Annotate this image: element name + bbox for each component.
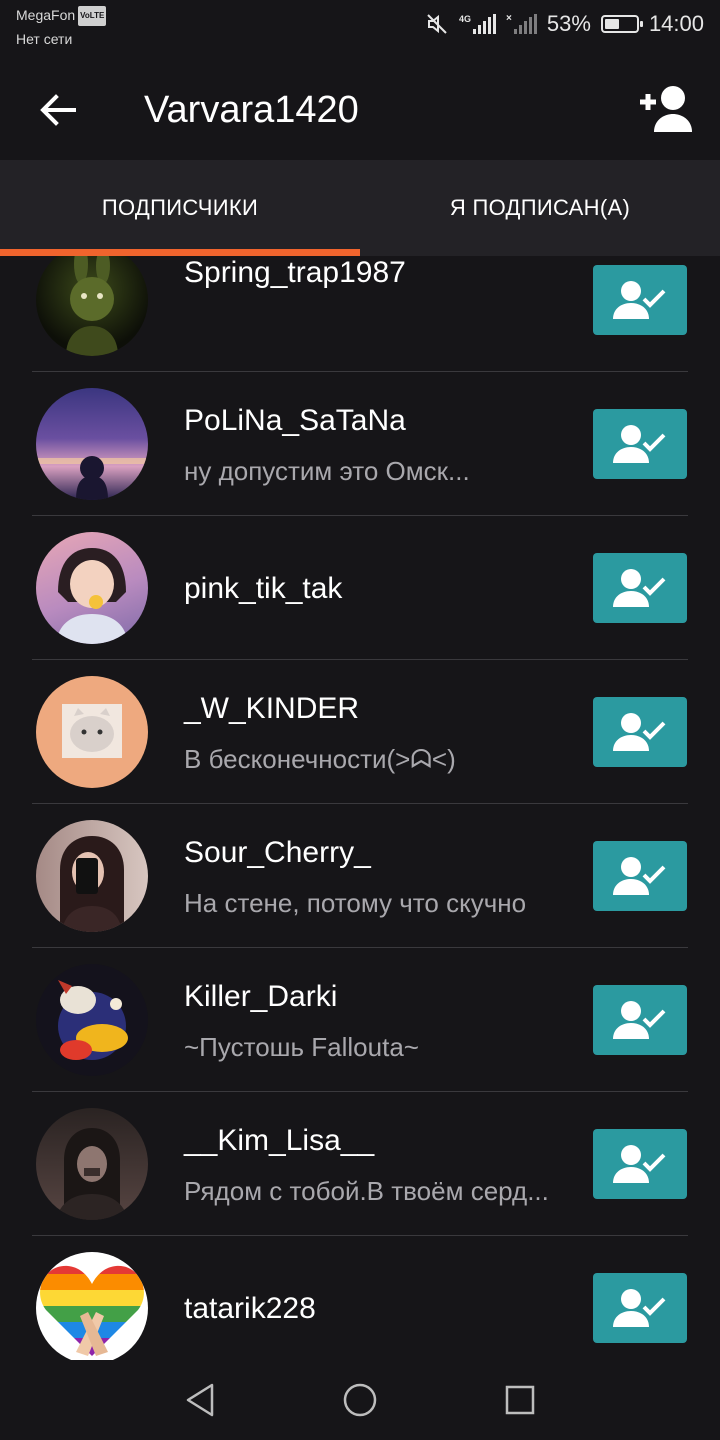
follow-toggle-button[interactable]: [593, 697, 687, 767]
follow-toggle-button[interactable]: [593, 985, 687, 1055]
user-status: На стене, потому что скучно: [184, 888, 527, 918]
avatar-image: [36, 456, 148, 500]
nav-back-button[interactable]: [180, 1380, 220, 1420]
back-button[interactable]: [30, 82, 86, 138]
list-item[interactable]: Sour_Cherry_ На стене, потому что скучно: [0, 804, 720, 948]
avatar-image: [56, 548, 128, 644]
nav-home-button[interactable]: [340, 1380, 380, 1420]
user-check-icon: [613, 857, 666, 895]
follow-toggle-button[interactable]: [593, 1273, 687, 1343]
user-status: В бесконечности(>ᗣ<): [184, 744, 456, 774]
tab-following[interactable]: Я ПОДПИСАН(А): [360, 160, 720, 256]
app-bar: Varvara1420: [0, 60, 720, 160]
active-tab-indicator: [0, 249, 360, 256]
follow-toggle-button[interactable]: [593, 265, 687, 335]
user-check-icon: [613, 281, 666, 319]
list-item[interactable]: pink_tik_tak: [0, 516, 720, 660]
avatar: [36, 532, 148, 644]
list-item[interactable]: Killer_Darki ~Пустошь Fallouta~: [0, 948, 720, 1092]
network-status: Нет сети: [16, 31, 73, 47]
username: __Kim_Lisa__: [184, 1124, 375, 1157]
signal-x-icon: ×: [506, 14, 537, 34]
username: pink_tik_tak: [184, 572, 343, 605]
system-nav-bar: [0, 1360, 720, 1440]
tab-following-label: Я ПОДПИСАН(А): [449, 195, 631, 220]
followers-list[interactable]: Spring_trap1987 PoLiNa_SaTaNa ну допусти…: [0, 256, 720, 1360]
carrier-name: MegaFon: [16, 7, 76, 23]
clock: 14:00: [648, 11, 704, 36]
list-item[interactable]: __Kim_Lisa__ Рядом с тобой.В твоём серд.…: [0, 1092, 720, 1236]
avatar: [36, 1108, 148, 1220]
username: tatarik228: [184, 1292, 316, 1325]
avatar-image: [58, 980, 128, 1060]
status-bar: MegaFon VoLTE Нет сети 4G × 53% 14:00: [0, 0, 720, 60]
avatar: [36, 1252, 148, 1360]
nav-recents-button[interactable]: [500, 1380, 540, 1420]
carrier-info: MegaFon VoLTE Нет сети: [16, 6, 107, 48]
avatar: [36, 964, 148, 1076]
follow-toggle-button[interactable]: [593, 553, 687, 623]
list-item[interactable]: _W_KINDER В бесконечности(>ᗣ<): [0, 660, 720, 804]
mute-icon: [427, 14, 447, 34]
user-check-icon: [613, 425, 666, 463]
battery-icon: [600, 15, 643, 33]
username: _W_KINDER: [184, 692, 360, 725]
home-circle-icon: [343, 1383, 377, 1417]
username: Killer_Darki: [184, 980, 338, 1013]
avatar-image: [66, 256, 118, 356]
back-triangle-icon: [186, 1383, 214, 1417]
user-check-icon: [613, 1001, 666, 1039]
list-item[interactable]: PoLiNa_SaTaNa ну допустим это Омск...: [0, 372, 720, 516]
add-user-button[interactable]: [638, 80, 698, 136]
tab-bar: ПОДПИСЧИКИ Я ПОДПИСАН(А): [0, 160, 720, 256]
avatar-image: [60, 836, 124, 932]
avatar-image: [62, 704, 122, 758]
user-check-icon: [613, 1145, 666, 1183]
follow-toggle-button[interactable]: [593, 1129, 687, 1199]
avatar: [36, 820, 148, 932]
arrow-left-icon: [40, 94, 76, 126]
user-status: ну допустим это Омск...: [184, 456, 470, 486]
list-item[interactable]: tatarik228: [0, 1236, 720, 1360]
tab-followers-label: ПОДПИСЧИКИ: [101, 195, 259, 220]
volte-badge: VoLTE: [78, 6, 107, 26]
avatar: [36, 256, 148, 356]
username: Spring_trap1987: [184, 256, 406, 289]
avatar-image: [40, 1265, 144, 1356]
user-status: ~Пустошь Fallouta~: [184, 1032, 419, 1062]
avatar: [36, 676, 148, 788]
battery-percent: 53%: [546, 11, 591, 36]
username: PoLiNa_SaTaNa: [184, 404, 406, 437]
user-status: Рядом с тобой.В твоём серд...: [184, 1176, 549, 1206]
list-item[interactable]: Spring_trap1987: [0, 256, 720, 372]
follow-toggle-button[interactable]: [593, 409, 687, 479]
username: Sour_Cherry_: [184, 836, 371, 869]
status-icons: 4G × 53% 14:00: [425, 10, 704, 38]
page-title: Varvara1420: [144, 89, 359, 131]
avatar: [36, 388, 148, 500]
recents-square-icon: [505, 1385, 535, 1415]
follow-toggle-button[interactable]: [593, 841, 687, 911]
user-check-icon: [613, 713, 666, 751]
avatar-image: [56, 1128, 128, 1220]
tab-followers[interactable]: ПОДПИСЧИКИ: [0, 160, 360, 256]
user-check-icon: [613, 1289, 666, 1327]
signal-4g-icon: 4G: [459, 14, 497, 34]
user-check-icon: [613, 569, 666, 607]
add-user-icon: [640, 86, 692, 132]
